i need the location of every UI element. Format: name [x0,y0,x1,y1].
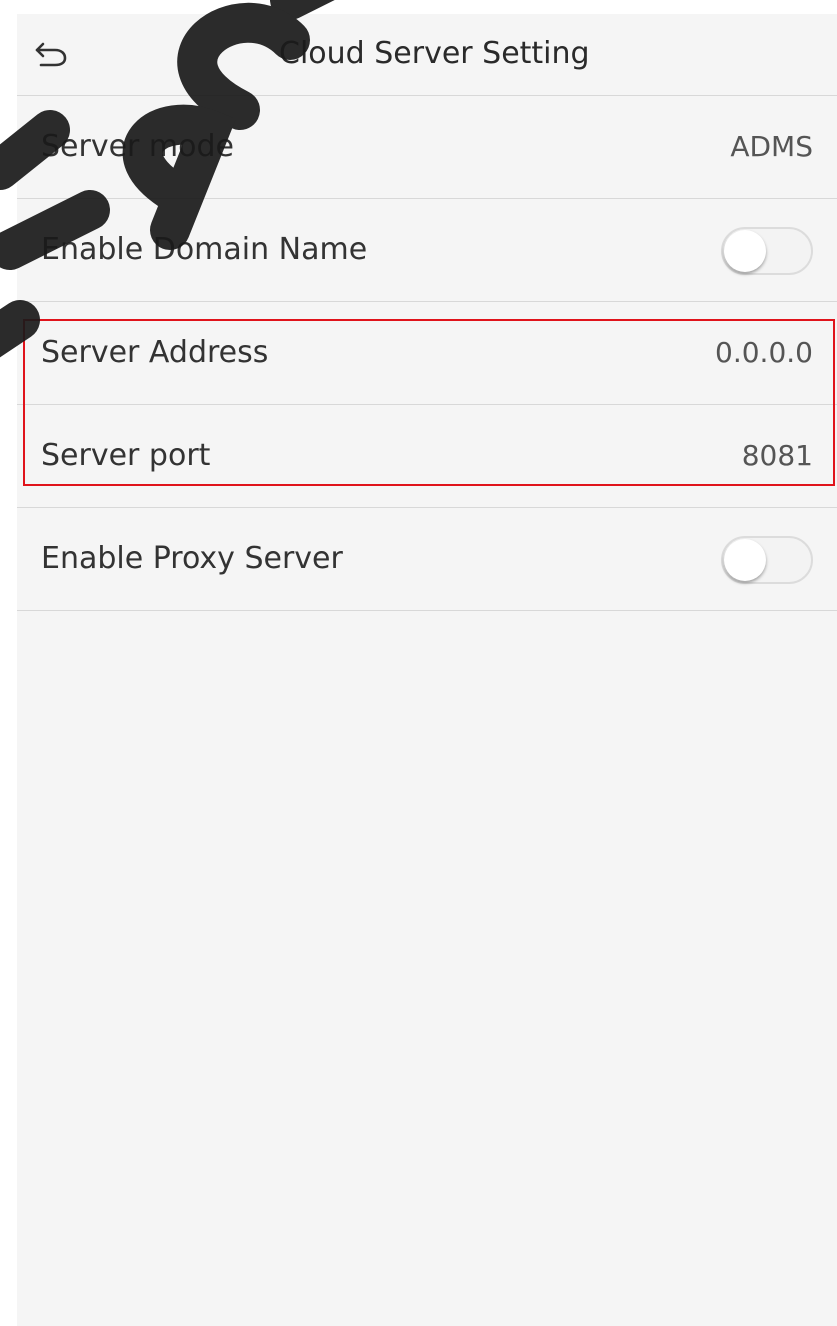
server-address-label: Server Address [41,335,269,370]
enable-domain-name-label: Enable Domain Name [41,232,368,267]
row-server-address[interactable]: Server Address 0.0.0.0 [17,302,837,405]
back-button[interactable] [29,34,73,74]
server-address-value: 0.0.0.0 [715,336,813,369]
screen: Cloud Server Setting Server mode ADMS En… [17,14,837,1326]
server-port-value: 8081 [741,439,813,472]
toggle-knob [724,539,766,581]
page-title: Cloud Server Setting [279,36,590,71]
server-mode-value: ADMS [730,130,813,163]
enable-proxy-server-label: Enable Proxy Server [41,541,343,576]
enable-domain-name-toggle[interactable] [721,227,813,275]
row-server-mode[interactable]: Server mode ADMS [17,96,837,199]
row-enable-proxy-server[interactable]: Enable Proxy Server [17,508,837,611]
back-arrow-icon [35,42,67,67]
server-mode-label: Server mode [41,129,234,164]
header-bar: Cloud Server Setting [17,14,837,96]
server-port-label: Server port [41,438,211,473]
toggle-knob [724,230,766,272]
enable-proxy-server-toggle[interactable] [721,536,813,584]
row-enable-domain-name[interactable]: Enable Domain Name [17,199,837,302]
row-server-port[interactable]: Server port 8081 [17,405,837,508]
